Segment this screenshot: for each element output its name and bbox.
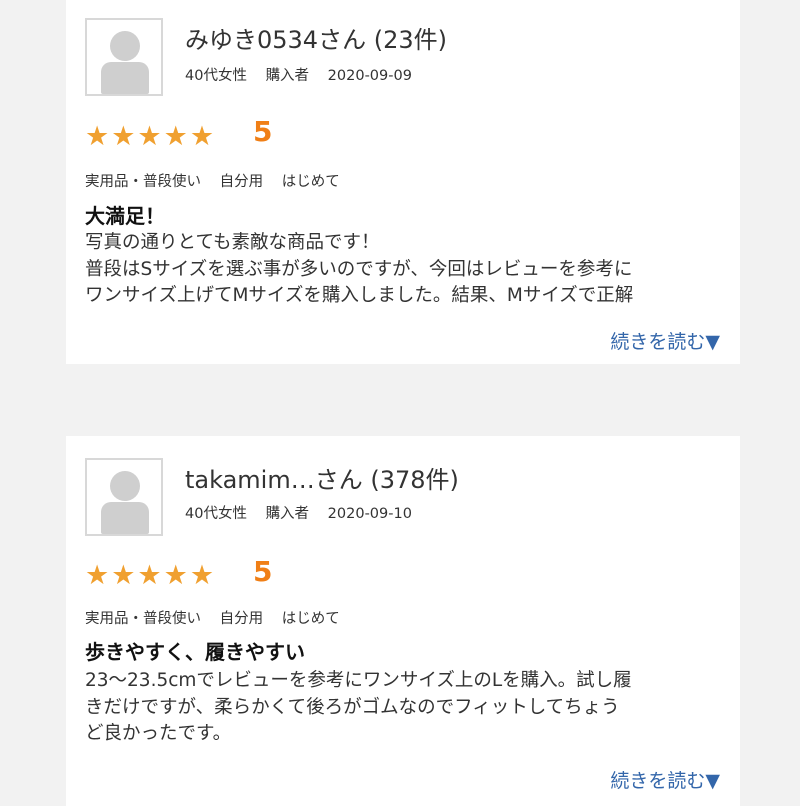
read-more-link[interactable]: 続きを読む▼ bbox=[610, 327, 720, 354]
review-tags: 実用品・普段使い 自分用 はじめて bbox=[85, 607, 354, 628]
tag-frequency: はじめて bbox=[281, 611, 340, 627]
review-tags: 実用品・普段使い 自分用 はじめて bbox=[85, 170, 354, 191]
review-date: 2020-09-10 bbox=[327, 506, 412, 522]
review-body-line: ワンサイズ上げてMサイズを購入しました。結果、Mサイズで正解 bbox=[85, 285, 634, 306]
review-title: 大満足！ bbox=[85, 204, 165, 228]
buyer-badge: 購入者 bbox=[265, 68, 310, 84]
tag-purpose: 自分用 bbox=[219, 174, 264, 190]
tag-purpose: 自分用 bbox=[219, 611, 264, 627]
review-body: 23〜23.5cmでレビューを参考にワンサイズ上のLを購入。試し履 きだけですが… bbox=[85, 668, 725, 748]
review-date: 2020-09-09 bbox=[327, 68, 412, 84]
tag-frequency: はじめて bbox=[281, 174, 340, 190]
reviewer-name[interactable]: みゆき0534さん (23件) bbox=[185, 20, 447, 55]
avatar-body-icon bbox=[101, 502, 149, 534]
tag-usage: 実用品・普段使い bbox=[85, 174, 201, 190]
review-body-line: きだけですが、柔らかくて後ろがゴムなのでフィットしてちょう bbox=[85, 696, 620, 718]
reviewer-meta: 40代女性 購入者 2020-09-09 bbox=[185, 64, 426, 85]
avatar[interactable] bbox=[85, 18, 163, 96]
avatar-head-icon bbox=[110, 471, 140, 501]
reviewer-name[interactable]: takamim…さん (378件) bbox=[185, 460, 459, 495]
read-more-link[interactable]: 続きを読む▼ bbox=[610, 766, 720, 793]
tag-usage: 実用品・普段使い bbox=[85, 611, 201, 627]
review-title: 歩きやすく、履きやすい bbox=[85, 640, 305, 664]
avatar[interactable] bbox=[85, 458, 163, 536]
review-card: takamim…さん (378件) 40代女性 購入者 2020-09-10 ★… bbox=[66, 436, 740, 806]
review-body-line: ど良かったです。 bbox=[85, 723, 232, 744]
review-body: 写真の通りとても素敵な商品です！ 普段はSサイズを選ぶ事が多いのですが、今回はレ… bbox=[85, 230, 725, 310]
reviewer-age-gender: 40代女性 bbox=[185, 506, 247, 522]
star-rating: ★★★★★ bbox=[85, 560, 217, 591]
avatar-body-icon bbox=[101, 62, 149, 94]
rating-score: 5 bbox=[253, 115, 273, 148]
star-rating: ★★★★★ bbox=[85, 121, 217, 152]
reviewer-age-gender: 40代女性 bbox=[185, 68, 247, 84]
review-body-line: 普段はSサイズを選ぶ事が多いのですが、今回はレビューを参考に bbox=[85, 258, 633, 280]
buyer-badge: 購入者 bbox=[265, 506, 310, 522]
review-body-line: 23〜23.5cmでレビューを参考にワンサイズ上のLを購入。試し履 bbox=[85, 670, 632, 691]
review-card: みゆき0534さん (23件) 40代女性 購入者 2020-09-09 ★★★… bbox=[66, 0, 740, 364]
rating-score: 5 bbox=[253, 555, 273, 588]
reviewer-meta: 40代女性 購入者 2020-09-10 bbox=[185, 502, 426, 523]
review-body-line: 写真の通りとても素敵な商品です！ bbox=[85, 232, 380, 253]
avatar-head-icon bbox=[110, 31, 140, 61]
